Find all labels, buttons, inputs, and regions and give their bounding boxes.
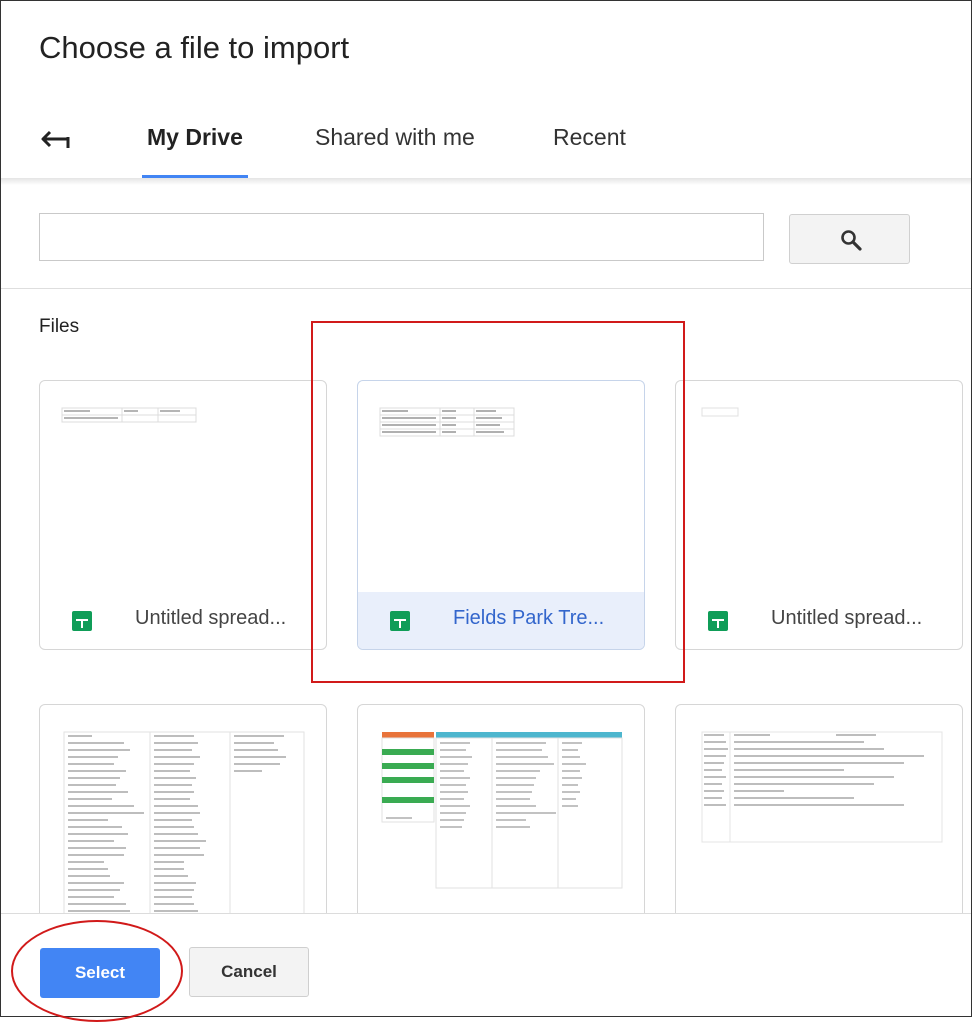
- file-name: Untitled spread...: [771, 607, 923, 629]
- file-card[interactable]: Untitled spread...: [675, 380, 963, 650]
- select-button[interactable]: Select: [40, 948, 160, 998]
- file-thumbnail: [676, 705, 962, 918]
- search-icon: [841, 230, 862, 251]
- tab-recent[interactable]: Recent: [553, 124, 626, 151]
- file-card-selected[interactable]: Fields Park Tre...: [357, 380, 645, 650]
- search-input[interactable]: [39, 213, 764, 261]
- file-caption: Untitled spread...: [676, 592, 962, 649]
- spreadsheet-icon: [390, 611, 410, 631]
- tab-my-drive[interactable]: My Drive: [147, 124, 243, 151]
- file-thumbnail: [358, 381, 644, 594]
- file-caption: Fields Park Tre...: [358, 592, 644, 649]
- spreadsheet-icon: [708, 611, 728, 631]
- file-thumbnail: [40, 381, 326, 594]
- file-thumbnail: [40, 705, 326, 923]
- file-name: Fields Park Tre...: [453, 607, 605, 629]
- back-arrow-icon[interactable]: [40, 128, 74, 152]
- file-caption: Untitled spread...: [40, 592, 326, 649]
- tab-shared-with-me[interactable]: Shared with me: [315, 124, 475, 151]
- file-thumbnail: [676, 381, 962, 594]
- tabs-shadow: [1, 178, 971, 185]
- spreadsheet-icon: [72, 611, 92, 631]
- file-card[interactable]: Untitled spread...: [39, 380, 327, 650]
- file-thumbnail: [358, 705, 644, 918]
- file-name: Untitled spread...: [135, 607, 287, 629]
- search-divider: [1, 288, 971, 289]
- dialog-title: Choose a file to import: [39, 30, 350, 65]
- files-section-label: Files: [39, 316, 80, 337]
- cancel-button[interactable]: Cancel: [189, 947, 309, 997]
- search-button[interactable]: [789, 214, 910, 264]
